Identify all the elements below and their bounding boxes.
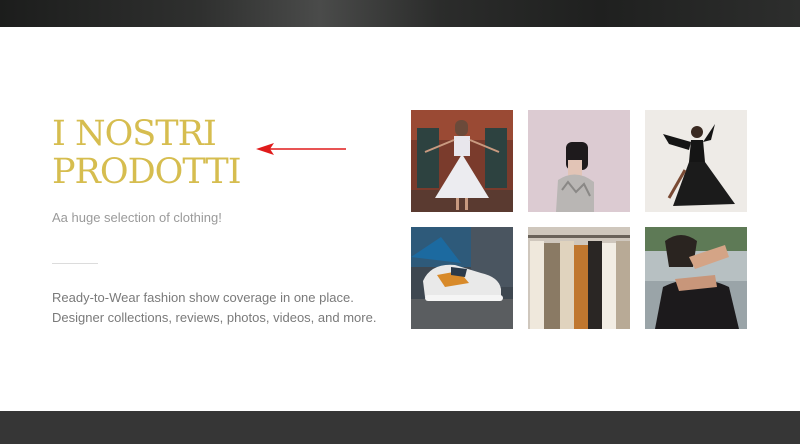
gallery-image-woman-black-gown[interactable] bbox=[645, 110, 747, 212]
woman-bob-hair-photo bbox=[528, 110, 630, 212]
hero-subtitle: Aa huge selection of clothing! bbox=[52, 210, 222, 225]
clothing-rack-photo bbox=[528, 227, 630, 329]
title-line-1: I NOSTRI bbox=[52, 114, 217, 154]
woman-hands-face-photo bbox=[645, 227, 747, 329]
footer-banner bbox=[0, 411, 800, 444]
hero-description: Ready-to-Wear fashion show coverage in o… bbox=[52, 290, 377, 325]
header-banner bbox=[0, 0, 800, 27]
annotation-arrow-icon bbox=[256, 143, 346, 155]
gallery-image-woman-white-dress[interactable] bbox=[411, 110, 513, 212]
gallery-image-woman-hands-face[interactable] bbox=[645, 227, 747, 329]
title-line-2: PRODOTTI bbox=[52, 152, 242, 192]
woman-white-dress-photo bbox=[411, 110, 513, 212]
gallery-image-clothing-rack[interactable] bbox=[528, 227, 630, 329]
woman-black-gown-photo bbox=[645, 110, 747, 212]
gallery-image-woman-bob-hair[interactable] bbox=[528, 110, 630, 212]
sneaker-photo bbox=[411, 227, 513, 329]
gallery-image-sneaker[interactable] bbox=[411, 227, 513, 329]
section-divider bbox=[52, 263, 98, 264]
page-title: I NOSTRI PRODOTTI bbox=[52, 114, 242, 192]
